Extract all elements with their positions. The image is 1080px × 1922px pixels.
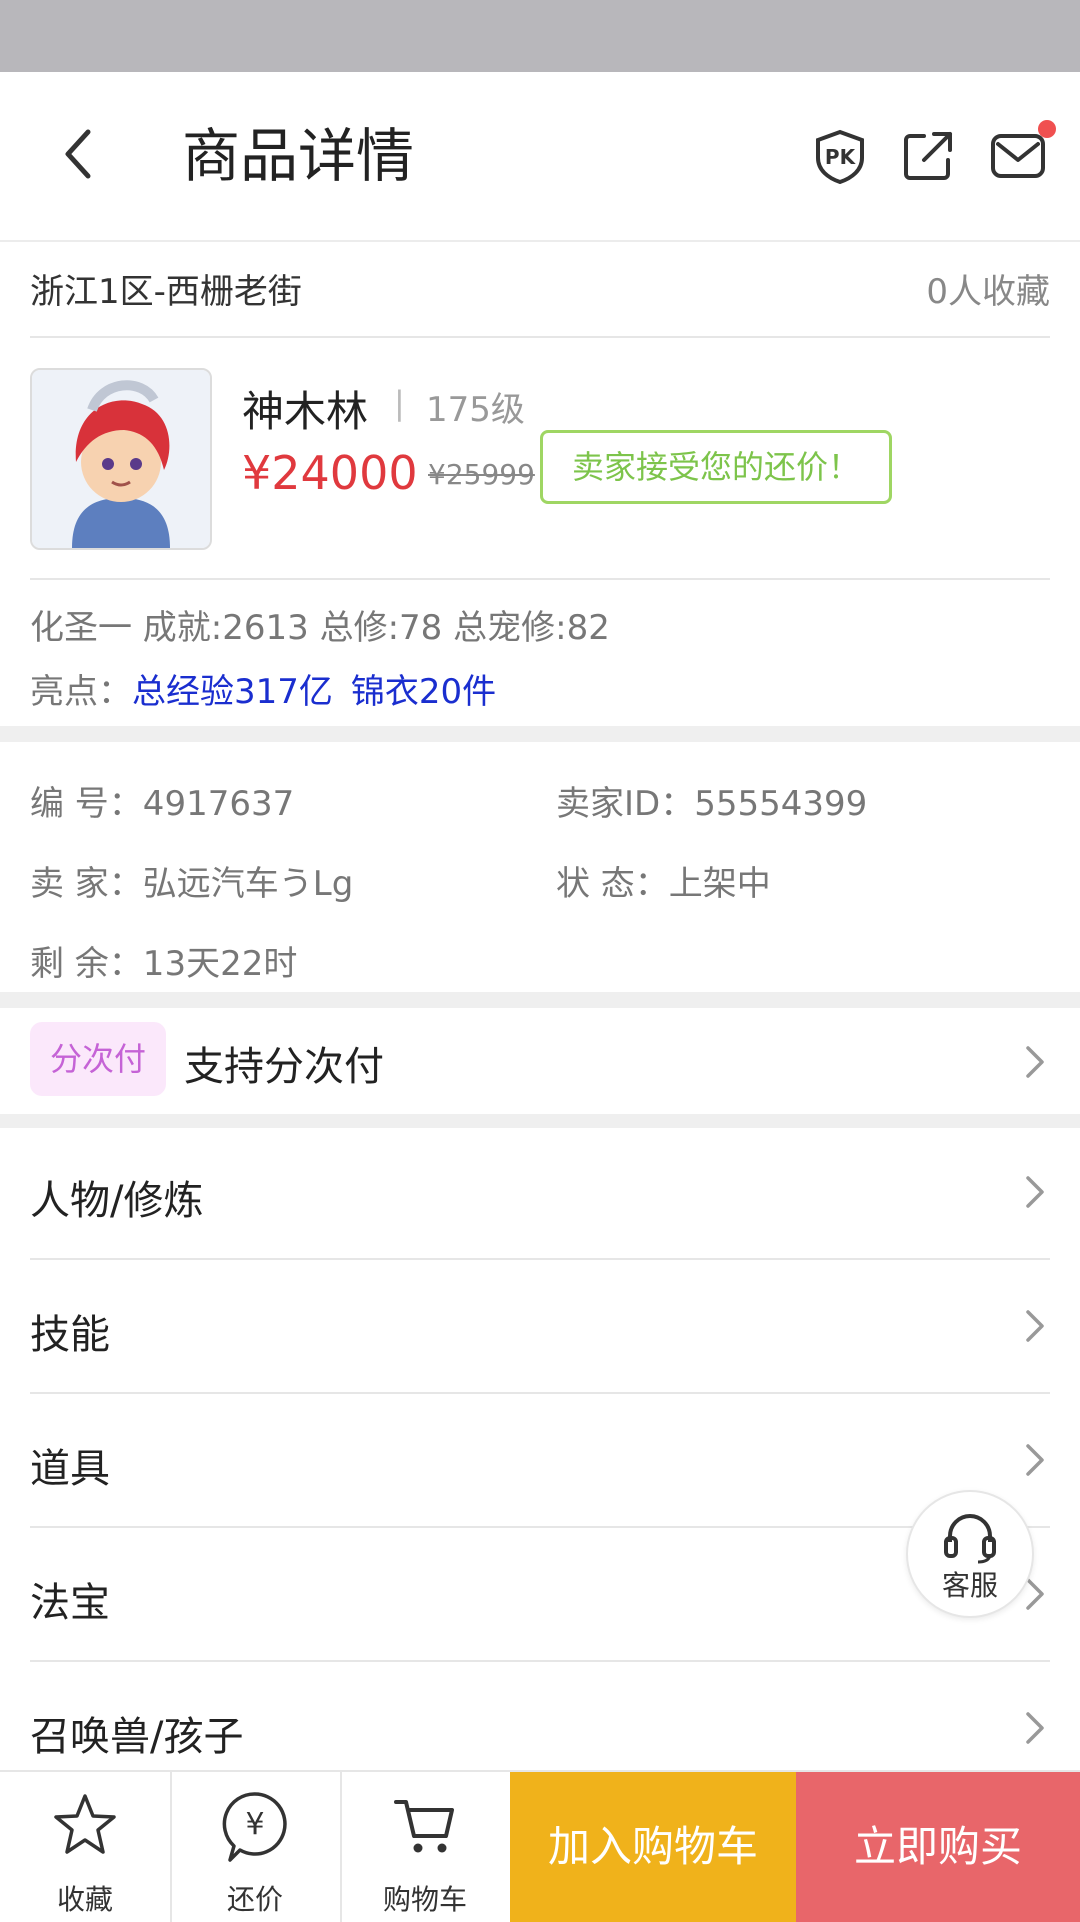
star-icon [54,1794,116,1854]
server-name: 浙江1区-西栅老街 [30,272,302,312]
shopping-cart-icon [394,1800,454,1853]
menu-item-label: 人物/修炼 [30,1178,204,1224]
customer-service-label: 客服 [941,1569,998,1602]
chevron-left-icon [65,129,91,179]
server-row: 浙江1区-西栅老街 0人收藏 [30,240,1050,338]
bargain-accept-badge: 卖家接受您的还价！ [540,430,892,504]
cart-button[interactable]: 购物车 [340,1772,512,1922]
back-button[interactable] [50,124,110,184]
highlight-label: 亮点： [30,672,132,712]
chevron-right-icon [1026,1310,1044,1342]
bargain-button[interactable]: ¥ 还价 [170,1772,342,1922]
message-icon[interactable] [990,128,1046,184]
listing-status: 状 态：上架中 [556,864,771,904]
menu-item-skills[interactable]: 技能 [30,1260,1050,1394]
notification-dot [1038,120,1056,138]
section-divider [0,992,1080,1008]
svg-text:PK: PK [825,145,857,169]
installment-row[interactable]: 分次付 支持分次付 [0,1008,1080,1114]
menu-item-treasures[interactable]: 法宝 [30,1528,1050,1662]
chevron-right-icon [1026,1444,1044,1476]
installment-pill: 分次付 [30,1022,166,1096]
menu-item-label: 法宝 [30,1580,110,1626]
favorite-label: 收藏 [56,1883,113,1916]
chevron-right-icon [1026,1176,1044,1208]
highlights: 亮点：总经验317亿 锦衣20件 [30,664,514,713]
customer-service-button[interactable]: 客服 [906,1490,1034,1618]
svg-text:¥: ¥ [245,1807,264,1842]
bottom-action-bar: 收藏 ¥ 还价 购物车 加入购物车 立即购买 [0,1770,1080,1922]
buy-now-button[interactable]: 立即购买 [796,1772,1080,1922]
character-stats: 化圣一 成就:2613 总修:78 总宠修:82 [30,608,610,648]
section-divider [0,726,1080,742]
item-number: 编 号：4917637 [30,784,295,824]
page-title: 商品详情 [182,122,415,190]
installment-label: 支持分次付 [184,1044,384,1090]
nav-bar: 商品详情 PK [0,72,1080,242]
name-separator: | [394,384,405,422]
item-card: 神木林 | 175级 ¥24000 ¥25999 卖家接受您的还价！ [30,368,1050,580]
info-block: 编 号：4917637 卖家ID：55554399 卖 家：弘远汽车うLg 状 … [0,742,1080,992]
menu-item-label: 道具 [30,1446,110,1492]
original-price: ¥25999 [428,458,535,491]
favorite-count: 0人收藏 [926,272,1050,312]
menu-item-label: 技能 [30,1312,110,1358]
price: ¥24000 [242,446,418,500]
menu-item-items[interactable]: 道具 [30,1394,1050,1528]
detail-menu: 人物/修炼 技能 道具 法宝 召唤兽/孩子 [0,1126,1080,1794]
share-icon[interactable] [900,128,956,184]
time-remaining: 剩 余：13天22时 [30,944,298,984]
status-bar [0,0,1080,72]
menu-item-label: 召唤兽/孩子 [30,1714,244,1760]
seller-name: 卖 家：弘远汽车うLg [30,864,354,904]
favorite-button[interactable]: 收藏 [0,1772,172,1922]
cart-label: 购物车 [382,1883,467,1916]
seller-id: 卖家ID：55554399 [556,784,868,824]
character-name: 神木林 [242,387,369,436]
menu-item-character[interactable]: 人物/修炼 [30,1126,1050,1260]
yuan-bubble-icon: ¥ [222,1792,287,1862]
chevron-right-icon [1026,1046,1044,1078]
character-avatar[interactable] [30,368,212,550]
highlight-item: 锦衣20件 [350,672,497,712]
character-level: 175级 [426,390,525,430]
chevron-right-icon [1026,1712,1044,1744]
bargain-label: 还价 [226,1883,283,1916]
add-to-cart-button[interactable]: 加入购物车 [510,1772,796,1922]
highlight-item: 总经验317亿 [132,672,333,712]
headset-icon [944,1514,996,1564]
px-shield-icon[interactable]: PK [812,128,868,185]
